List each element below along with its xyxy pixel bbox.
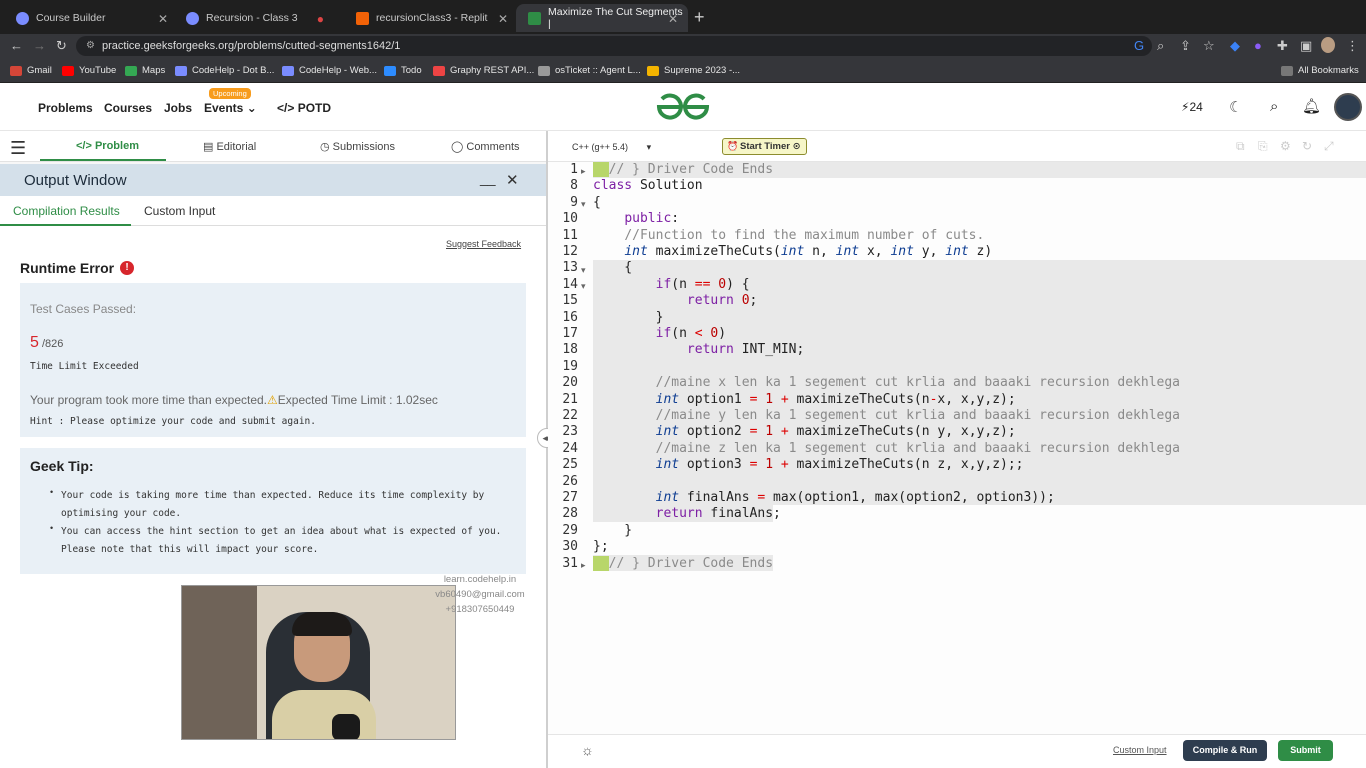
forward-icon[interactable]: → bbox=[33, 38, 46, 53]
bookmark-codehelp-dot[interactable]: CodeHelp - Dot B... bbox=[175, 65, 274, 76]
bookmark-osticket[interactable]: osTicket :: Agent L... bbox=[538, 65, 641, 76]
browser-tab-course-builder[interactable]: Course Builder ✕ bbox=[4, 4, 178, 32]
replit-favicon-icon bbox=[356, 11, 369, 25]
site-favicon-icon bbox=[186, 11, 199, 25]
submit-button[interactable]: Submit bbox=[1278, 740, 1333, 761]
chevron-down-icon: ⌄ bbox=[246, 101, 257, 115]
tab-submissions[interactable]: ◷ Submissions bbox=[320, 140, 395, 153]
dropdown-caret-icon: ▾ bbox=[646, 142, 652, 152]
close-tab-icon[interactable]: ✕ bbox=[498, 12, 508, 26]
search-icon[interactable]: ⌕ bbox=[1270, 98, 1278, 115]
puzzle-icon[interactable]: ✚ bbox=[1277, 38, 1288, 54]
nav-jobs[interactable]: Jobs bbox=[164, 101, 192, 115]
theme-toggle-icon[interactable]: ☼ bbox=[581, 742, 594, 758]
profile-avatar[interactable] bbox=[1321, 37, 1335, 53]
custom-input-link[interactable]: Custom Input bbox=[1113, 745, 1167, 755]
start-timer-button[interactable]: ⏰ Start Timer ⊙ bbox=[722, 138, 807, 155]
play-icon: ⊙ bbox=[792, 141, 801, 152]
webcam-overlay bbox=[181, 585, 456, 740]
bookmark-star-icon[interactable]: ☆ bbox=[1203, 38, 1215, 54]
test-cases-label: Test Cases Passed: bbox=[30, 302, 137, 316]
language-select[interactable]: C++ (g++ 5.4) ▾ bbox=[566, 137, 658, 156]
gfg-favicon-icon bbox=[528, 11, 541, 25]
streak[interactable]: ⚡24 bbox=[1181, 100, 1203, 114]
geek-tip-item: You can access the hint section to get a… bbox=[61, 526, 502, 555]
menu-dots-icon[interactable]: ⋮ bbox=[1346, 38, 1359, 54]
recording-icon: ● bbox=[316, 12, 324, 26]
status-text: Time Limit Exceeded bbox=[30, 361, 139, 372]
compile-run-button[interactable]: Compile & Run bbox=[1183, 740, 1267, 761]
suggest-feedback-link[interactable]: Suggest Feedback bbox=[446, 239, 521, 249]
reload-icon[interactable]: ↻ bbox=[56, 38, 67, 54]
fullscreen-icon[interactable]: ⤢ bbox=[1324, 139, 1334, 154]
close-tab-icon[interactable]: ✕ bbox=[158, 12, 168, 26]
tab-problem[interactable]: </> Problem bbox=[76, 140, 139, 152]
user-avatar[interactable] bbox=[1334, 93, 1362, 121]
browser-tab-replit[interactable]: recursionClass3 - Replit ✕ bbox=[344, 4, 518, 32]
close-icon[interactable]: ✕ bbox=[506, 171, 519, 189]
site-info-icon: ⚙ bbox=[86, 40, 95, 51]
nav-events[interactable]: Events ⌄ bbox=[204, 101, 257, 115]
code-icon: </> bbox=[76, 140, 92, 152]
document-icon: ▤ bbox=[203, 141, 214, 153]
tab-editorial[interactable]: ▤ Editorial bbox=[203, 140, 256, 153]
geek-tip-item: Your code is taking more time than expec… bbox=[61, 490, 485, 519]
zoom-icon[interactable]: ⌕ bbox=[1157, 38, 1164, 54]
bookmark-graphy[interactable]: Graphy REST API... bbox=[433, 65, 534, 76]
gfg-logo[interactable] bbox=[655, 92, 711, 122]
extension-icon[interactable]: ● bbox=[1254, 38, 1262, 53]
google-icon[interactable]: G bbox=[1134, 38, 1144, 53]
browser-tab-maximize-cut[interactable]: Maximize The Cut Segments | ✕ bbox=[516, 4, 688, 32]
bookmark-codehelp-web[interactable]: CodeHelp - Web... bbox=[282, 65, 377, 76]
tab-custom-input[interactable]: Custom Input bbox=[144, 204, 215, 218]
browser-tab-recursion[interactable]: Recursion - Class 3 ● bbox=[174, 4, 336, 32]
bookmark-todo[interactable]: Todo bbox=[384, 65, 422, 76]
geek-tip-title: Geek Tip: bbox=[30, 458, 94, 474]
alarm-icon: ⏰ bbox=[727, 141, 739, 151]
new-tab-icon[interactable]: + bbox=[694, 7, 705, 28]
address-bar[interactable]: ⚙ practice.geeksforgeeks.org/problems/cut… bbox=[76, 36, 1152, 56]
watermark: learn.codehelp.in vb60490@gmail.com +918… bbox=[435, 574, 525, 615]
active-tab-indicator bbox=[40, 159, 166, 161]
bookmark-gmail[interactable]: Gmail bbox=[10, 65, 52, 76]
share-icon[interactable]: ⇪ bbox=[1180, 38, 1191, 54]
reset-icon[interactable]: ↻ bbox=[1302, 139, 1312, 153]
tab-comments[interactable]: ◯ Comments bbox=[451, 140, 520, 153]
copy-icon[interactable]: ⧉ bbox=[1236, 139, 1245, 154]
sidebar-icon[interactable]: ▣ bbox=[1300, 38, 1312, 54]
nav-potd[interactable]: </> POTD bbox=[277, 101, 331, 115]
all-bookmarks[interactable]: All Bookmarks bbox=[1281, 65, 1359, 76]
settings-gear-icon[interactable]: ⚙ bbox=[1280, 139, 1291, 153]
site-favicon-icon bbox=[16, 11, 29, 25]
code-icon: </> bbox=[277, 101, 295, 115]
bookmark-supreme[interactable]: Supreme 2023 -... bbox=[647, 65, 740, 76]
nav-problems[interactable]: Problems bbox=[38, 101, 93, 115]
nav-courses[interactable]: Courses bbox=[104, 101, 152, 115]
bookmark-youtube[interactable]: YouTube bbox=[62, 65, 116, 76]
runtime-error-title: Runtime Error bbox=[20, 260, 115, 276]
total-count: /826 bbox=[42, 338, 64, 350]
back-icon[interactable]: ← bbox=[10, 38, 23, 53]
paste-icon[interactable]: ⎘ bbox=[1258, 139, 1268, 154]
bookmark-maps[interactable]: Maps bbox=[125, 65, 165, 76]
minimize-icon[interactable]: __ bbox=[480, 170, 496, 186]
time-message: Your program took more time than expecte… bbox=[30, 393, 438, 407]
close-tab-icon[interactable]: ✕ bbox=[668, 12, 678, 26]
comment-icon: ◯ bbox=[451, 141, 464, 153]
clock-icon: ◷ bbox=[320, 141, 330, 153]
output-window-title: Output Window bbox=[24, 172, 127, 189]
extension-icon[interactable]: ◆ bbox=[1230, 38, 1240, 54]
notification-bell-icon[interactable]: 🔔︎ bbox=[1302, 97, 1321, 115]
hamburger-menu-icon[interactable]: ☰ bbox=[10, 138, 26, 159]
passed-count: 5 bbox=[30, 334, 39, 351]
warning-icon: ⚠ bbox=[267, 393, 278, 407]
dark-mode-icon[interactable]: ☾ bbox=[1229, 98, 1242, 116]
tab-compilation-results[interactable]: Compilation Results bbox=[13, 204, 120, 218]
hint-text: Hint : Please optimize your code and sub… bbox=[30, 416, 316, 427]
error-icon: ! bbox=[120, 261, 134, 275]
upcoming-badge: Upcoming bbox=[209, 88, 251, 99]
